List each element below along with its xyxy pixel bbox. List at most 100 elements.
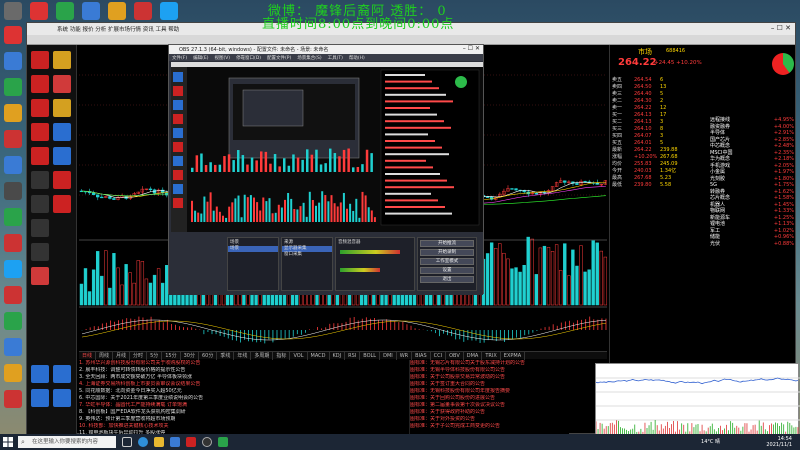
nav-button[interactable] [31, 147, 49, 165]
announcement-item[interactable]: 图标准：关于公司股票交易异常波动的公告 [410, 374, 569, 381]
obs-mixer-dock[interactable]: 音频混音器 [335, 237, 415, 291]
desktop-icon[interactable] [4, 390, 22, 408]
announcement-item[interactable]: 图标准：关于子公司完成工商变更的公告 [410, 423, 569, 430]
indicator-tab[interactable]: WR [397, 352, 413, 360]
desktop-icon[interactable] [30, 2, 48, 20]
obs-preview[interactable] [171, 62, 483, 232]
embedded-mini-chart[interactable] [595, 363, 800, 435]
task-view-icon[interactable] [122, 437, 132, 447]
obs-menu-item[interactable]: 停靠窗口(D) [236, 56, 261, 61]
obs-scene-item[interactable]: 场景 [228, 246, 278, 252]
announcement-item[interactable]: 图标准：无锡半导体科技股份有限公司公告 [410, 367, 569, 374]
obs-icon[interactable] [202, 437, 212, 447]
obs-window-controls[interactable]: – ☐ ✕ [463, 45, 480, 52]
obs-control-button[interactable]: 设置 [420, 267, 474, 274]
indicator-tab[interactable]: RSI [345, 352, 361, 360]
desktop-icon[interactable] [4, 364, 22, 382]
desktop-icon[interactable] [4, 52, 22, 70]
indicator-tab[interactable]: BOLL [360, 352, 381, 360]
announcement-item[interactable]: 图标准：第二届董事会第十次会议决议公告 [410, 402, 569, 409]
nav-button[interactable] [31, 75, 49, 93]
desktop-icon[interactable] [56, 2, 74, 20]
nav-button[interactable] [31, 123, 49, 141]
nav-button[interactable] [31, 389, 49, 407]
obs-menu-item[interactable]: 文件(F) [172, 56, 187, 61]
indicator-tab[interactable]: 分时 [130, 352, 148, 360]
nav-button[interactable] [31, 243, 49, 261]
nav-button[interactable] [53, 147, 71, 165]
obs-menu-item[interactable]: 工具(T) [328, 56, 343, 61]
nav-button[interactable] [53, 195, 71, 213]
obs-control-button[interactable]: 开始录制 [420, 249, 474, 256]
indicator-tab[interactable]: OBV [446, 352, 464, 360]
nav-button[interactable] [53, 389, 71, 407]
news-item[interactable]: 5. 同花顺数据：北向资金今日净买入超50亿元 [79, 388, 409, 395]
desktop-icon[interactable] [4, 104, 22, 122]
app-icon[interactable] [218, 437, 228, 447]
indicator-tab[interactable]: DMA [464, 352, 483, 360]
indicator-tab[interactable]: 日线 [79, 352, 97, 360]
obs-window[interactable]: OBS 27.1.3 (64-bit, windows) - 配置文件: 未命名… [168, 44, 484, 295]
desktop-icon[interactable] [4, 26, 22, 44]
desktop-icon[interactable] [4, 2, 22, 20]
nav-button[interactable] [31, 171, 49, 189]
sector-list[interactable]: 远程接线 +4.95% 融资融券 +4.00% 半导体 +2.91% 国产芯片 +2.85% 中… [710, 117, 794, 247]
indicator-tab[interactable]: EXPMA [501, 352, 526, 360]
desktop-icon[interactable] [4, 130, 22, 148]
folder-icon[interactable] [154, 437, 164, 447]
nav-button[interactable] [53, 171, 71, 189]
news-item[interactable]: 1. 苏州华兴源创科技股份有限公司关于收购股权的公告 [79, 360, 409, 367]
nav-button[interactable] [31, 365, 49, 383]
nav-button[interactable] [31, 267, 49, 285]
desktop-icon[interactable] [4, 312, 22, 330]
nav-button[interactable] [53, 51, 71, 69]
obs-controls-dock[interactable]: 开始推流 开始录制 工作室模式 设置 退出 [417, 237, 477, 291]
indicator-tab[interactable]: 月线 [113, 352, 131, 360]
announcement-item[interactable]: 图标准：无锡芯片有限公司关于股东减持计划的公告 [410, 360, 569, 367]
indicator-tab[interactable]: 30分 [181, 352, 199, 360]
desktop-icon[interactable] [4, 78, 22, 96]
obs-control-button[interactable]: 工作室模式 [420, 258, 474, 265]
system-clock[interactable]: 14:54 2021/11/1 [766, 436, 792, 448]
start-button[interactable] [3, 437, 13, 447]
desktop-icon[interactable] [4, 182, 22, 200]
weather-widget[interactable]: 14°C 晴 [701, 438, 720, 445]
indicator-tab[interactable]: 多周期 [251, 352, 274, 360]
indicator-tab[interactable]: 15分 [162, 352, 181, 360]
desktop-icon[interactable] [4, 208, 22, 226]
indicator-tab[interactable]: TRIX [482, 352, 501, 360]
desktop-icon[interactable] [4, 156, 22, 174]
nav-button[interactable] [53, 365, 71, 383]
desktop-icon[interactable] [4, 338, 22, 356]
desktop-icon[interactable] [134, 2, 152, 20]
nav-button[interactable] [31, 51, 49, 69]
indicator-tab[interactable]: 5分 [147, 352, 163, 360]
desktop-icon[interactable] [160, 2, 178, 20]
indicator-tab[interactable]: 年线 [234, 352, 252, 360]
trading-menu[interactable]: 系统 功能 报价 分析 扩展市场行情 资讯 工具 帮助 [57, 25, 179, 33]
announcement-item[interactable]: 图标准：无锡科技股份有限公司年度报告摘要 [410, 388, 569, 395]
desktop-icon[interactable] [4, 286, 22, 304]
indicator-tab[interactable]: 60分 [199, 352, 218, 360]
obs-titlebar[interactable]: OBS 27.1.3 (64-bit, windows) - 配置文件: 未命名… [169, 45, 483, 54]
indicator-tab[interactable]: CCI [431, 352, 447, 360]
news-item[interactable]: 7. 华虹半导体：晶圆代工产能持续满载 订单饱满 [79, 402, 409, 409]
obs-menubar[interactable]: 文件(F) 编辑(E) 视图(V) 停靠窗口(D) 配置文件(P) 场景集合(S) 工具(T… [169, 54, 483, 61]
news-item[interactable]: 8. 【科创板】国产EDA软件龙头获机构密集调研 [79, 409, 409, 416]
obs-menu-item[interactable]: 帮助(H) [349, 56, 365, 61]
indicator-tab[interactable]: MACD [308, 352, 330, 360]
obs-control-button[interactable]: 退出 [420, 276, 474, 283]
nav-button[interactable] [53, 75, 71, 93]
obs-scenes-dock[interactable]: 场景 场景 [227, 237, 279, 291]
news-item[interactable]: 3. 全天回顾：两市成交额突破万亿 半导体板块领涨 [79, 374, 409, 381]
obs-sources-dock[interactable]: 来源 显示器采集 窗口采集 [281, 237, 333, 291]
obs-menu-item[interactable]: 视图(V) [214, 56, 230, 61]
announcement-list[interactable]: 图标准：无锡芯片有限公司关于股东减持计划的公告 图标准：无锡半导体科技股份有限公司… [409, 360, 569, 435]
edge-icon[interactable] [138, 437, 148, 447]
indicator-tab[interactable]: BIAS [412, 352, 431, 360]
indicator-tab[interactable]: 季线 [217, 352, 235, 360]
obs-menu-item[interactable]: 编辑(E) [193, 56, 208, 61]
obs-menu-item[interactable]: 场景集合(S) [297, 56, 321, 61]
indicator-tab[interactable]: KDJ [330, 352, 346, 360]
trading-app-icon[interactable] [186, 437, 196, 447]
